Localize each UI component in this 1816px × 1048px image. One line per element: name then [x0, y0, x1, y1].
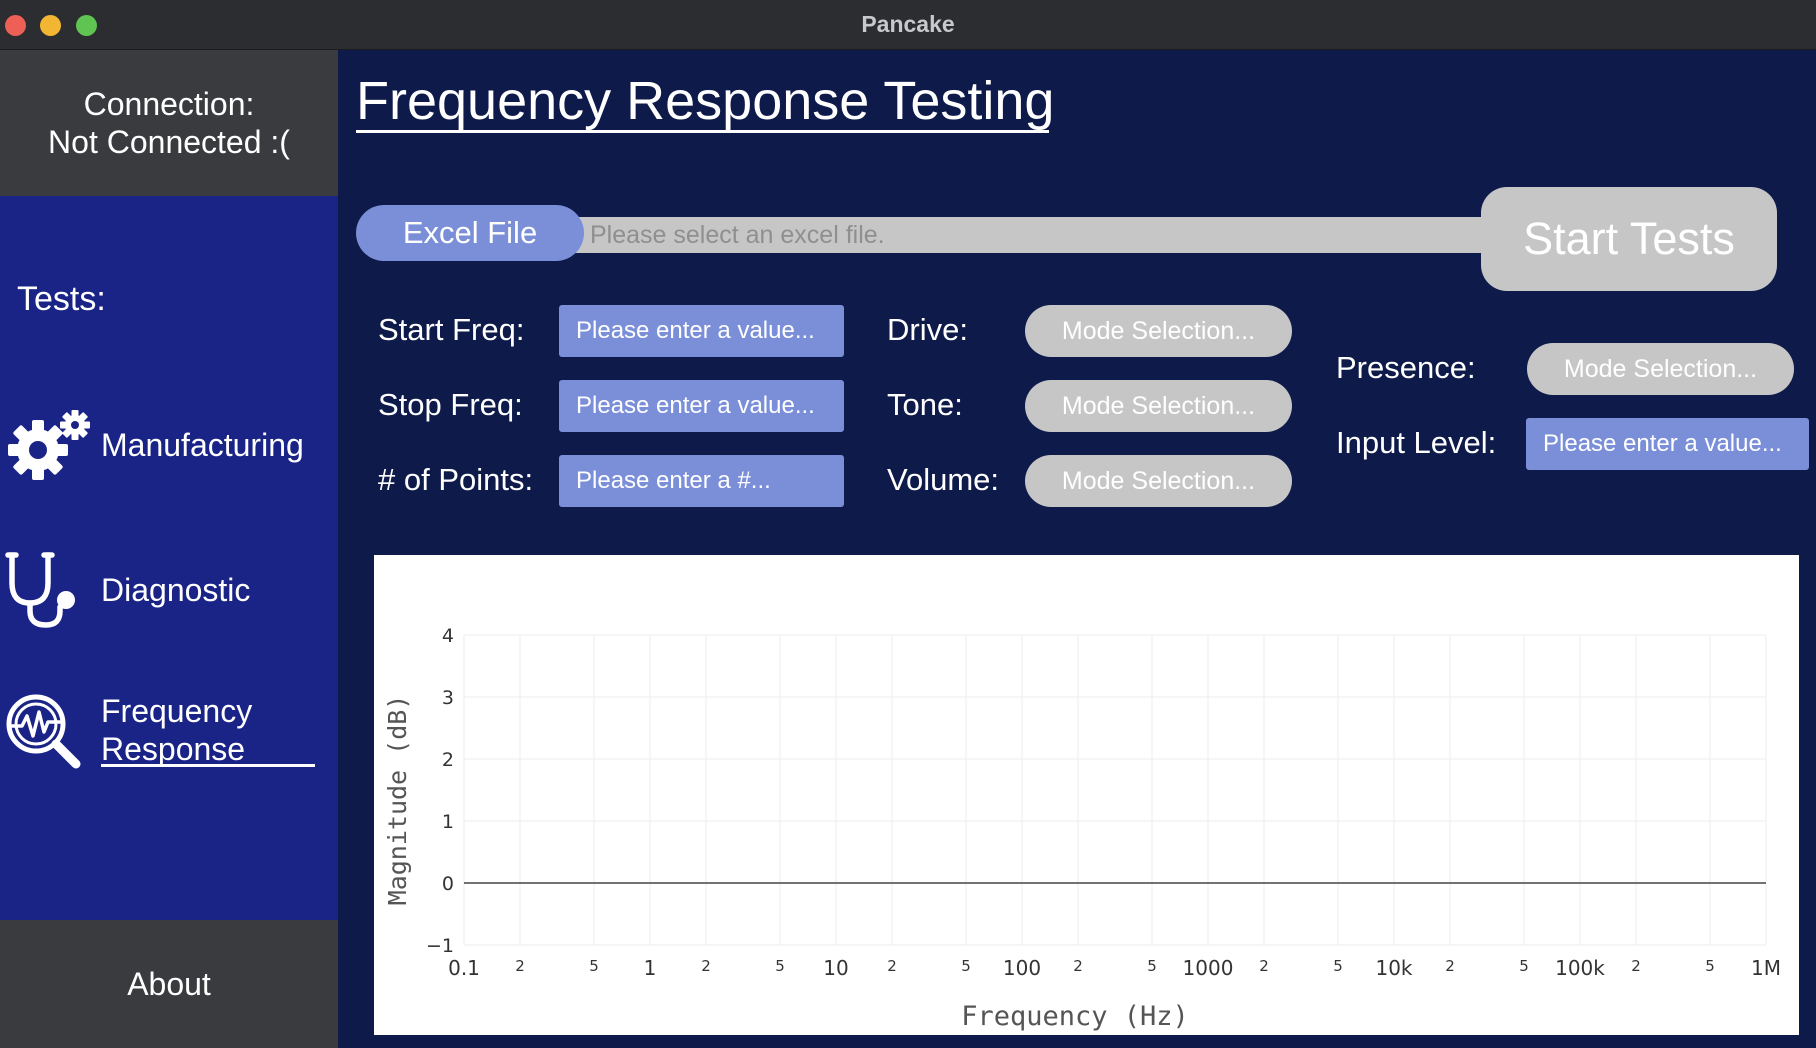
sidebar-item-diagnostic[interactable]: Diagnostic [0, 545, 338, 635]
connection-label: Connection: [83, 86, 255, 122]
frequency-search-icon [6, 694, 81, 769]
connection-value: Not Connected :( [48, 124, 290, 160]
start-tests-button[interactable]: Start Tests [1481, 187, 1777, 291]
frequency-response-chart: 4 3 2 1 0 −1 0.1 1 10 100 1000 10k 100k 1M 2 5 2 5 2 5 2 5 2 5 2… [374, 555, 1799, 1035]
stop-freq-label: Stop Freq: [378, 387, 523, 422]
sidebar-item-label: Manufacturing [101, 427, 304, 463]
sidebar: Connection: Not Connected :( Tests: Manu… [0, 50, 338, 1048]
title-bar: Pancake [0, 0, 1816, 50]
stethoscope-icon [5, 552, 75, 628]
x-tick-label: 0.1 [448, 956, 480, 980]
num-points-label: # of Points: [378, 462, 534, 497]
volume-mode-select[interactable]: Mode Selection... [1025, 455, 1292, 507]
y-tick-label: 2 [442, 749, 454, 771]
input-level-input[interactable]: Please enter a value... [1526, 418, 1809, 470]
x-minor-tick-label: 2 [887, 957, 897, 975]
presence-label: Presence: [1336, 350, 1476, 385]
sidebar-item-manufacturing[interactable]: Manufacturing [0, 400, 338, 490]
tone-label: Tone: [887, 387, 963, 422]
num-points-input[interactable]: Please enter a #... [559, 455, 844, 507]
y-tick-label: 3 [442, 687, 454, 709]
window-title: Pancake [861, 11, 955, 37]
x-minor-tick-label: 2 [701, 957, 711, 975]
x-minor-tick-label: 5 [589, 957, 599, 975]
tone-mode-select[interactable]: Mode Selection... [1025, 380, 1292, 432]
input-level-label: Input Level: [1336, 425, 1497, 460]
connection-status: Connection: Not Connected :( [0, 50, 338, 196]
page-title-underline [356, 130, 1049, 133]
x-tick-label: 100 [1003, 956, 1041, 980]
y-tick-label: −1 [426, 935, 454, 957]
x-minor-tick-label: 2 [1445, 957, 1455, 975]
sidebar-item-label: Frequency [101, 693, 253, 729]
presence-mode-select[interactable]: Mode Selection... [1527, 343, 1794, 395]
about-button[interactable]: About [0, 920, 338, 1048]
x-tick-label: 1M [1751, 956, 1781, 980]
x-minor-tick-label: 2 [1259, 957, 1269, 975]
main-panel: Frequency Response Testing Please select… [338, 50, 1816, 1048]
y-axis-title: Magnitude (dB) [383, 695, 412, 906]
x-minor-tick-label: 5 [1705, 957, 1715, 975]
y-tick-label: 1 [442, 811, 454, 833]
volume-label: Volume: [887, 462, 1000, 497]
x-minor-tick-label: 2 [1631, 957, 1641, 975]
x-tick-label: 100k [1555, 956, 1605, 980]
x-tick-label: 1000 [1183, 956, 1234, 980]
x-minor-tick-label: 2 [1073, 957, 1083, 975]
x-tick-label: 1 [644, 956, 657, 980]
y-tick-label: 4 [442, 625, 454, 647]
x-minor-tick-label: 2 [515, 957, 525, 975]
start-freq-input[interactable]: Please enter a value... [559, 305, 844, 357]
x-minor-tick-label: 5 [775, 957, 785, 975]
drive-label: Drive: [887, 312, 968, 347]
x-minor-tick-label: 5 [1147, 957, 1157, 975]
x-minor-tick-label: 5 [1333, 957, 1343, 975]
x-tick-label: 10k [1375, 956, 1412, 980]
active-item-underline [101, 764, 315, 767]
y-tick-label: 0 [442, 873, 454, 895]
page-title: Frequency Response Testing [356, 71, 1055, 131]
tests-heading: Tests: [17, 280, 106, 318]
x-minor-tick-label: 5 [961, 957, 971, 975]
sidebar-item-label: Diagnostic [101, 572, 251, 608]
start-freq-label: Start Freq: [378, 312, 525, 347]
excel-file-button[interactable]: Excel File [356, 205, 584, 261]
x-tick-label: 10 [823, 956, 848, 980]
drive-mode-select[interactable]: Mode Selection... [1025, 305, 1292, 357]
gears-icon [8, 410, 90, 480]
stop-freq-input[interactable]: Please enter a value... [559, 380, 844, 432]
sidebar-item-label: Response [101, 731, 246, 767]
chart-canvas: 43210−10.1 1 10 100 1000 10k 100k 1M2 5 2 5 2 5 2 5 2 5 2… [383, 625, 1781, 1032]
x-axis-title: Frequency (Hz) [961, 1001, 1189, 1032]
x-minor-tick-label: 5 [1519, 957, 1529, 975]
